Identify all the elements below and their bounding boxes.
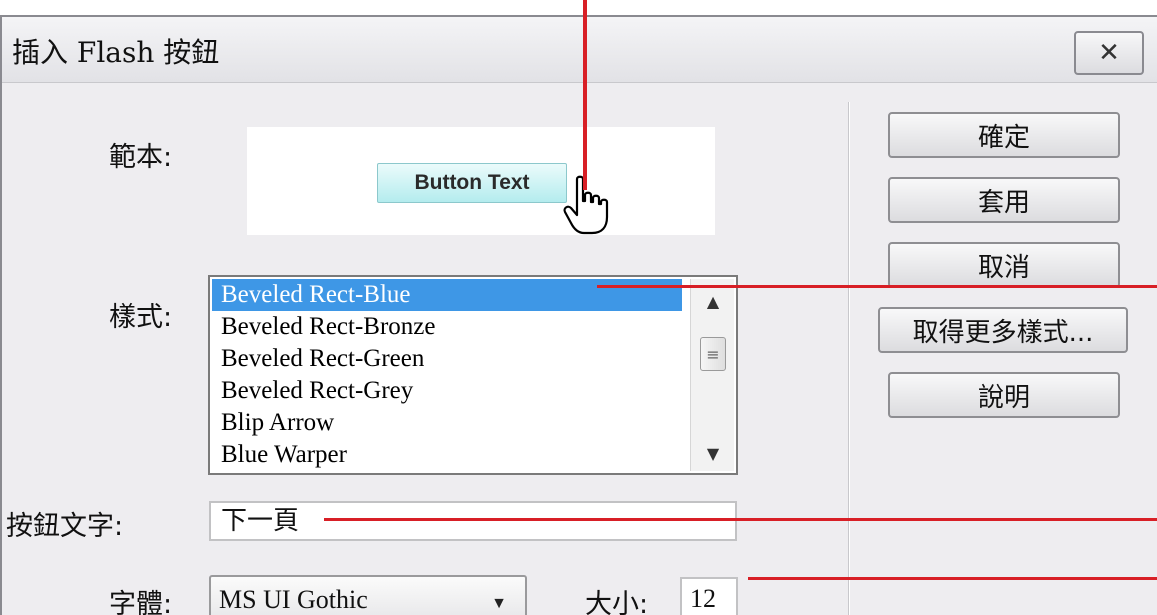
help-button[interactable]: 說明	[888, 372, 1120, 418]
style-list-item[interactable]: Beveled Rect-Green	[212, 343, 682, 375]
annotation-line-top	[583, 0, 587, 190]
font-label: 字體:	[109, 589, 173, 615]
style-list-item[interactable]: Beveled Rect-Blue	[212, 279, 682, 311]
size-input[interactable]: 12	[680, 577, 738, 615]
scroll-thumb[interactable]: ≡	[700, 337, 726, 371]
ok-button[interactable]: 確定	[888, 112, 1120, 158]
close-icon: ✕	[1098, 38, 1120, 68]
style-list-item[interactable]: Blip Arrow	[212, 407, 682, 439]
cancel-button[interactable]: 取消	[888, 242, 1120, 288]
annotation-line-style	[597, 285, 1157, 288]
apply-button[interactable]: 套用	[888, 177, 1120, 223]
size-label: 大小:	[585, 589, 649, 615]
style-list-items: Beveled Rect-Blue Beveled Rect-Bronze Be…	[212, 279, 682, 471]
vertical-divider	[848, 102, 850, 615]
style-list-item[interactable]: Beveled Rect-Grey	[212, 375, 682, 407]
style-list-item[interactable]: Beveled Rect-Bronze	[212, 311, 682, 343]
style-list-scrollbar[interactable]: ▲ ≡ ▼	[690, 279, 734, 471]
style-listbox[interactable]: Beveled Rect-Blue Beveled Rect-Bronze Be…	[208, 275, 738, 475]
window-title: 插入 Flash 按鈕	[12, 36, 220, 69]
style-label: 樣式:	[109, 302, 173, 333]
annotation-line-size	[748, 577, 1157, 580]
hand-pointer-icon	[563, 175, 609, 235]
style-list-item[interactable]: Blue Warper	[212, 439, 682, 471]
font-select[interactable]: MS UI Gothic ▼	[209, 575, 527, 615]
insert-flash-button-dialog: 插入 Flash 按鈕 ✕ 範本: 樣式: 按鈕文字: 字體: 大小: Butt…	[0, 15, 1157, 615]
preview-button: Button Text	[377, 163, 567, 203]
sample-label: 範本:	[109, 142, 173, 173]
chevron-down-icon: ▼	[491, 595, 507, 612]
get-more-styles-button[interactable]: 取得更多樣式...	[878, 307, 1128, 353]
sample-preview: Button Text	[247, 127, 715, 235]
title-bar: 插入 Flash 按鈕 ✕	[2, 17, 1157, 83]
scroll-up-arrow-icon[interactable]: ▲	[691, 285, 735, 317]
button-text-label: 按鈕文字:	[6, 511, 124, 542]
annotation-line-button-text	[324, 518, 1157, 521]
button-text-input[interactable]: 下一頁	[209, 501, 737, 541]
close-button[interactable]: ✕	[1074, 31, 1144, 75]
font-select-value: MS UI Gothic	[219, 585, 368, 614]
scroll-down-arrow-icon[interactable]: ▼	[691, 437, 735, 469]
